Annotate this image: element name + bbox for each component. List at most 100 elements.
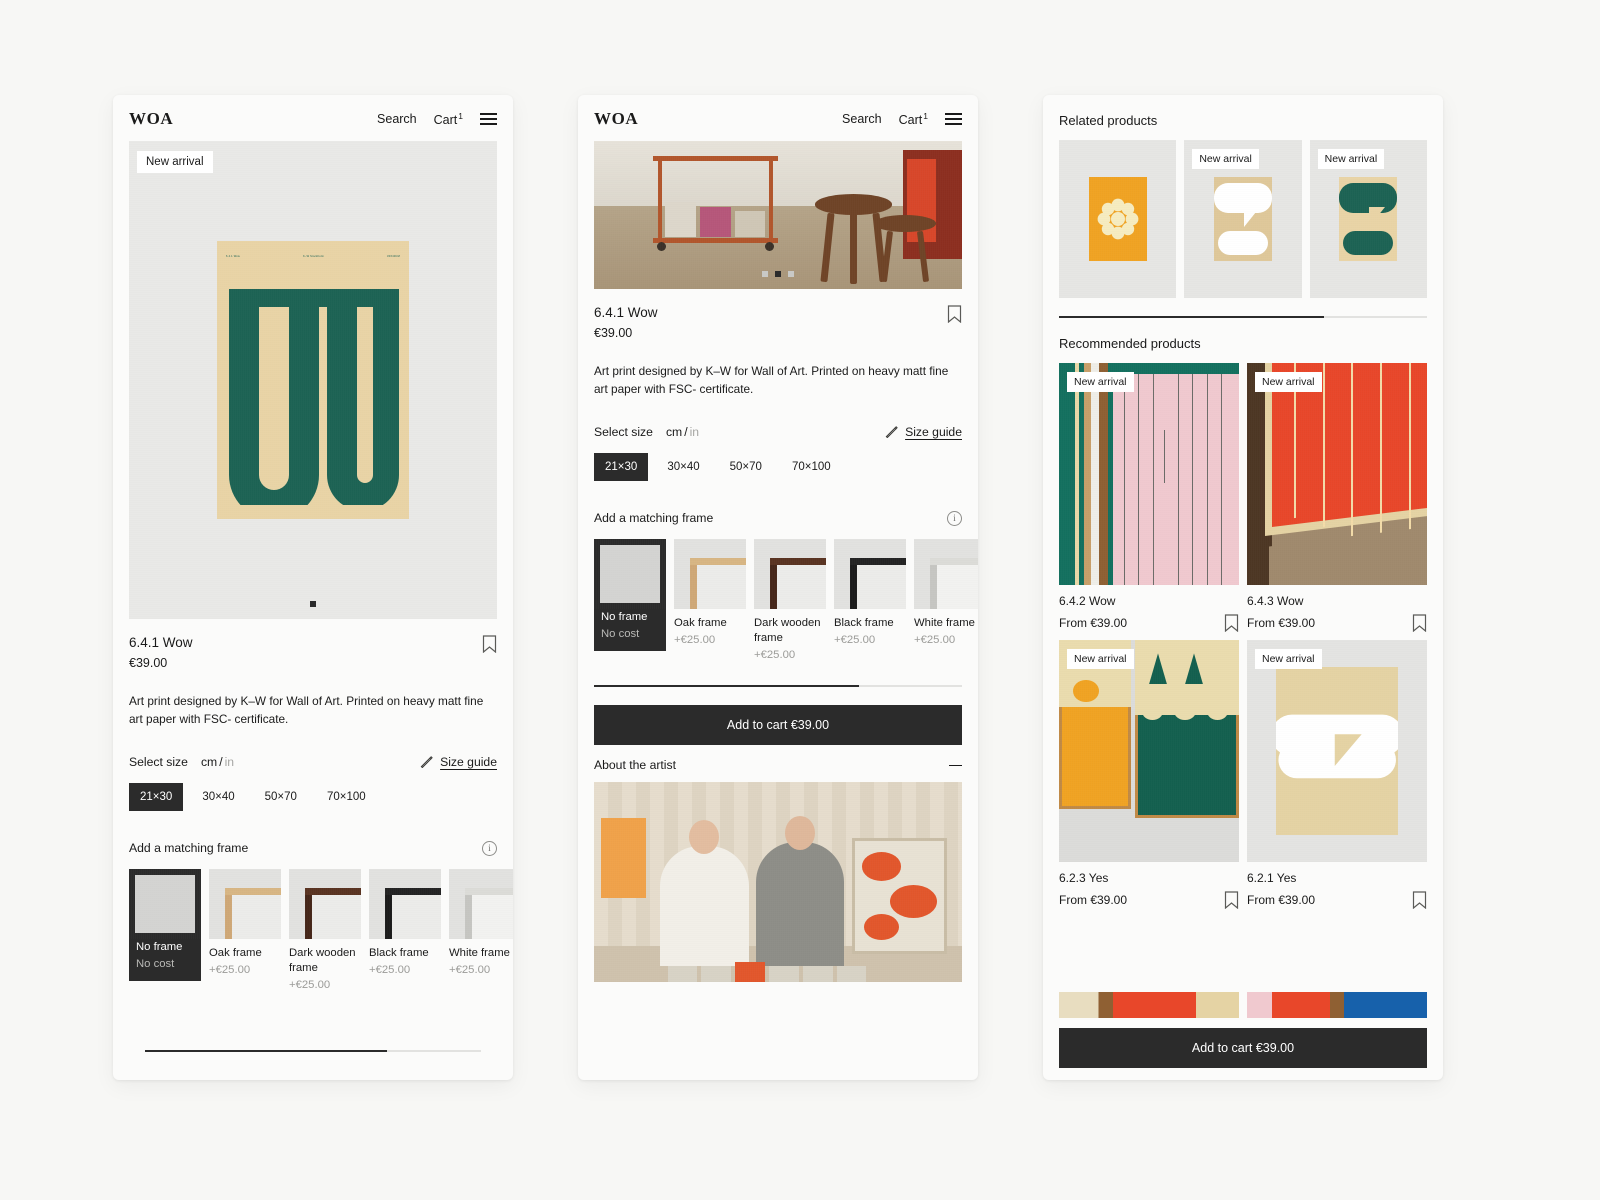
- size-label-group: Select size cm / in: [129, 755, 234, 769]
- related-product-card-3[interactable]: New arrival: [1309, 140, 1427, 298]
- unit-toggle-middle[interactable]: cm / in: [666, 425, 699, 439]
- bookmark-icon-rec-4[interactable]: [1412, 891, 1427, 909]
- related-poster-yes-cream: [1213, 177, 1272, 261]
- info-icon[interactable]: i: [482, 840, 497, 856]
- frame-thumb-white: [449, 868, 513, 939]
- unit-separator-middle: /: [684, 424, 688, 439]
- unit-in[interactable]: in: [225, 755, 235, 769]
- hamburger-icon-middle[interactable]: [945, 113, 962, 125]
- cart-button[interactable]: Cart1: [434, 111, 463, 127]
- bookmark-icon-middle[interactable]: [947, 305, 962, 323]
- size-guide-link[interactable]: Size guide: [420, 755, 497, 769]
- hamburger-icon[interactable]: [480, 113, 497, 125]
- search-button-middle[interactable]: Search: [842, 112, 882, 126]
- related-scroll-progress[interactable]: [1059, 316, 1427, 318]
- related-product-card-1[interactable]: [1059, 140, 1177, 298]
- size-chip-30x40-middle[interactable]: 30×40: [656, 453, 710, 481]
- recommended-price-1: From €39.00: [1059, 616, 1128, 630]
- frame-option-dark-wooden[interactable]: Dark wooden frame +€25.00: [289, 868, 361, 994]
- unit-in-middle[interactable]: in: [690, 425, 700, 439]
- recommended-meta-3: From €39.00: [1059, 891, 1239, 909]
- info-icon-middle[interactable]: i: [947, 510, 962, 526]
- frame-price-dark-wooden-middle: +€25.00: [754, 649, 796, 662]
- unit-toggle[interactable]: cm / in: [201, 755, 234, 769]
- frame-option-oak[interactable]: Oak frame +€25.00: [209, 868, 281, 979]
- recommended-name-2: 6.4.3 Wow: [1247, 594, 1304, 608]
- hero-carousel-dots[interactable]: [129, 601, 497, 607]
- size-guide-label-middle: Size guide: [905, 424, 962, 439]
- related-products-title: Related products: [1059, 113, 1158, 128]
- lifestyle-photo[interactable]: [594, 141, 962, 289]
- frame-name-dark-wooden: Dark wooden frame: [289, 946, 356, 974]
- new-arrival-badge-rec-1: New arrival: [1067, 372, 1134, 392]
- size-chip-50x70-middle[interactable]: 50×70: [719, 453, 773, 481]
- about-the-artist-header[interactable]: About the artist: [578, 745, 978, 782]
- cart-button-middle[interactable]: Cart1: [899, 111, 928, 127]
- frame-name-oak: Oak frame: [209, 946, 262, 959]
- left-panel-scroll-progress[interactable]: [145, 1050, 481, 1052]
- size-selector-header-middle: Select size cm / in Size guide: [594, 425, 962, 439]
- unit-cm-middle[interactable]: cm: [666, 425, 682, 439]
- size-label-group-middle: Select size cm / in: [594, 425, 699, 439]
- product-info-middle: 6.4.1 Wow €39.00 Art print designed by K…: [578, 289, 978, 663]
- frame-section-header: Add a matching frame i: [129, 840, 497, 856]
- recommended-price-2: From €39.00: [1247, 616, 1316, 630]
- size-chip-50x70[interactable]: 50×70: [254, 783, 308, 811]
- frame-option-group: No frame No cost Oak frame +€25.00 Dark …: [129, 868, 513, 994]
- frame-option-dark-wooden-middle[interactable]: Dark wooden frame +€25.00: [754, 538, 826, 664]
- poster-micro-mid: K–W Stockholm: [303, 255, 325, 258]
- bookmark-icon[interactable]: [482, 635, 497, 653]
- size-selector-header: Select size cm / in Size guide: [129, 755, 497, 769]
- add-to-cart-button-middle[interactable]: Add to cart €39.00: [594, 705, 962, 746]
- bookmark-icon-rec-3[interactable]: [1224, 891, 1239, 909]
- related-poster-yes-green: [1339, 177, 1398, 261]
- frame-option-white-middle[interactable]: White frame +€25.00: [914, 538, 978, 649]
- related-poster-flower: [1088, 177, 1147, 261]
- brand-logo[interactable]: WOA: [129, 109, 173, 129]
- recommended-card-4[interactable]: New arrival 6.2.1 Yes From €39.00: [1247, 640, 1427, 909]
- frame-price-black: +€25.00: [369, 963, 411, 976]
- frame-option-no-frame[interactable]: No frame No cost: [129, 868, 201, 982]
- frame-section-header-middle: Add a matching frame i: [594, 510, 962, 526]
- size-chip-21x30-middle[interactable]: 21×30: [594, 452, 649, 481]
- minus-icon[interactable]: [949, 764, 962, 766]
- recommended-image-4: New arrival: [1247, 640, 1427, 862]
- ruler-icon: [420, 756, 433, 769]
- size-chip-70x100[interactable]: 70×100: [316, 783, 377, 811]
- recommended-image-1: New arrival: [1059, 363, 1239, 585]
- lifestyle-carousel-dots[interactable]: [594, 271, 962, 277]
- new-arrival-badge-rec-4: New arrival: [1255, 649, 1322, 669]
- brand-logo-middle[interactable]: WOA: [594, 109, 638, 129]
- frame-option-black[interactable]: Black frame +€25.00: [369, 868, 441, 979]
- bookmark-icon-rec-2[interactable]: [1412, 614, 1427, 632]
- frame-price-white: +€25.00: [449, 963, 491, 976]
- search-button[interactable]: Search: [377, 112, 417, 126]
- recommended-card-2[interactable]: New arrival 6.4.3 Wow From €39.00: [1247, 363, 1427, 632]
- bookmark-icon-rec-1[interactable]: [1224, 614, 1239, 632]
- unit-cm[interactable]: cm: [201, 755, 217, 769]
- product-price-middle: €39.00: [594, 326, 633, 340]
- cart-label-middle: Cart: [898, 113, 923, 128]
- add-to-cart-button-right[interactable]: Add to cart €39.00: [1059, 1028, 1427, 1068]
- frame-price-dark-wooden: +€25.00: [289, 979, 331, 992]
- related-product-card-2[interactable]: New arrival: [1184, 140, 1302, 298]
- size-chip-30x40[interactable]: 30×40: [191, 783, 245, 811]
- frame-option-black-middle[interactable]: Black frame +€25.00: [834, 538, 906, 649]
- recommended-card-1[interactable]: New arrival 6.4.2 Wow From €39.00: [1059, 363, 1239, 632]
- middle-panel-scroll-progress[interactable]: [594, 685, 962, 688]
- recommendations-panel-right: Related products New arrival New arrival…: [1043, 95, 1443, 1080]
- product-hero-image[interactable]: New arrival 6.4.1 Wow K–W Stockholm 30X4…: [129, 141, 497, 619]
- artist-photo: [594, 782, 962, 983]
- frame-option-white[interactable]: White frame +€25.00: [449, 868, 513, 979]
- ruler-icon-middle: [885, 426, 898, 439]
- frame-option-no-frame-middle[interactable]: No frame No cost: [594, 538, 666, 652]
- frame-price-oak-middle: +€25.00: [674, 633, 716, 646]
- recommended-card-3[interactable]: New arrival 6.2.3 Yes From €39.00: [1059, 640, 1239, 909]
- size-chip-21x30[interactable]: 21×30: [129, 782, 184, 811]
- recommended-name-4: 6.2.1 Yes: [1247, 871, 1297, 885]
- recommended-name-1: 6.4.2 Wow: [1059, 594, 1116, 608]
- size-chip-70x100-middle[interactable]: 70×100: [781, 453, 842, 481]
- size-guide-link-middle[interactable]: Size guide: [885, 425, 962, 439]
- frame-option-oak-middle[interactable]: Oak frame +€25.00: [674, 538, 746, 649]
- header-actions-middle: Search Cart1: [842, 111, 962, 127]
